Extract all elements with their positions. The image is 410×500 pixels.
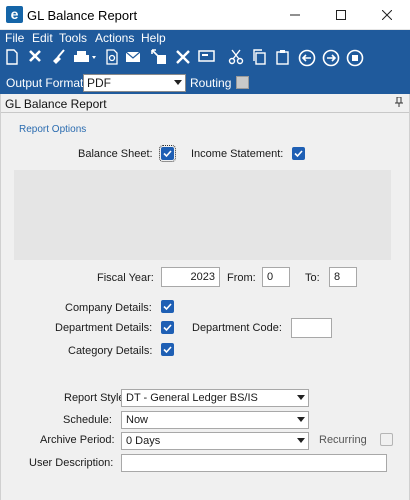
close-button[interactable] <box>364 0 410 30</box>
output-format-bar: Output Format: PDF Routing <box>0 72 410 94</box>
company-details-label: Company Details: <box>65 302 152 314</box>
department-details-label: Department Details: <box>55 322 153 334</box>
department-code-label: Department Code: <box>192 322 282 334</box>
report-options-heading: Report Options <box>19 124 87 135</box>
export-icon[interactable] <box>150 49 168 67</box>
title-bar: e GL Balance Report <box>0 0 410 30</box>
to-period-input[interactable]: 8 <box>329 267 357 287</box>
archive-period-label: Archive Period: <box>40 434 115 446</box>
paste-icon[interactable] <box>274 49 292 67</box>
schedule-value: Now <box>126 414 149 426</box>
menu-actions[interactable]: Actions <box>95 31 134 45</box>
chevron-down-icon <box>297 417 305 422</box>
panel-header: GL Balance Report <box>1 94 409 113</box>
from-label: From: <box>227 272 256 284</box>
menu-help[interactable]: Help <box>141 31 166 45</box>
menu-tools[interactable]: Tools <box>59 31 87 45</box>
forward-icon[interactable] <box>322 49 340 67</box>
toolbar <box>0 45 410 72</box>
menu-file[interactable]: File <box>5 31 24 45</box>
cut-icon[interactable] <box>227 49 245 67</box>
archive-period-select[interactable]: 0 Days <box>121 432 309 450</box>
screen-icon[interactable] <box>198 49 216 67</box>
chevron-down-icon <box>297 395 305 400</box>
category-details-checkbox[interactable] <box>161 343 174 356</box>
tools-icon[interactable] <box>174 49 192 67</box>
balance-sheet-checkbox[interactable] <box>159 145 176 162</box>
copy-icon[interactable] <box>251 49 269 67</box>
empty-region <box>14 170 391 260</box>
balance-sheet-label: Balance Sheet: <box>78 148 153 160</box>
schedule-select[interactable]: Now <box>121 411 309 429</box>
archive-period-value: 0 Days <box>126 435 161 447</box>
schedule-label: Schedule: <box>63 414 112 426</box>
income-statement-checkbox[interactable] <box>292 147 305 160</box>
chevron-down-icon <box>174 80 182 85</box>
fiscal-year-input[interactable]: 2023 <box>161 267 220 287</box>
user-description-input[interactable] <box>121 454 387 472</box>
report-style-label: Report Style: <box>64 392 128 404</box>
menu-edit[interactable]: Edit <box>32 31 53 45</box>
report-style-value: DT - General Ledger BS/IS <box>126 392 258 404</box>
output-format-select[interactable]: PDF <box>83 74 186 92</box>
menu-bar: File Edit Tools Actions Help <box>0 30 410 45</box>
income-statement-label: Income Statement: <box>191 148 284 160</box>
recurring-label: Recurring <box>319 434 367 446</box>
minimize-button[interactable] <box>272 0 318 30</box>
maximize-button[interactable] <box>318 0 364 30</box>
category-details-label: Category Details: <box>68 345 153 357</box>
from-period-input[interactable]: 0 <box>262 267 290 287</box>
report-style-select[interactable]: DT - General Ledger BS/IS <box>121 389 309 407</box>
output-format-label: Output Format: <box>6 76 87 90</box>
back-icon[interactable] <box>298 49 316 67</box>
email-icon[interactable] <box>125 49 143 67</box>
print-icon[interactable] <box>72 49 98 67</box>
delete-icon[interactable] <box>26 49 44 67</box>
recurring-checkbox[interactable] <box>380 433 393 446</box>
output-format-value: PDF <box>87 76 111 90</box>
department-details-checkbox[interactable] <box>161 321 174 334</box>
clear-icon[interactable] <box>50 49 68 67</box>
panel-title: GL Balance Report <box>5 97 107 111</box>
app-logo-icon: e <box>6 6 23 23</box>
routing-checkbox[interactable] <box>236 76 249 89</box>
print-preview-icon[interactable] <box>103 49 121 67</box>
home-icon[interactable] <box>346 49 364 67</box>
chevron-down-icon <box>297 438 305 443</box>
routing-label: Routing <box>190 76 232 90</box>
new-icon[interactable] <box>3 49 21 67</box>
user-description-label: User Description: <box>29 457 114 469</box>
window-title: GL Balance Report <box>27 8 138 23</box>
to-label: To: <box>305 272 320 284</box>
company-details-checkbox[interactable] <box>161 300 174 313</box>
fiscal-year-label: Fiscal Year: <box>97 272 154 284</box>
pin-icon[interactable] <box>395 96 403 110</box>
department-code-input[interactable] <box>291 318 332 338</box>
